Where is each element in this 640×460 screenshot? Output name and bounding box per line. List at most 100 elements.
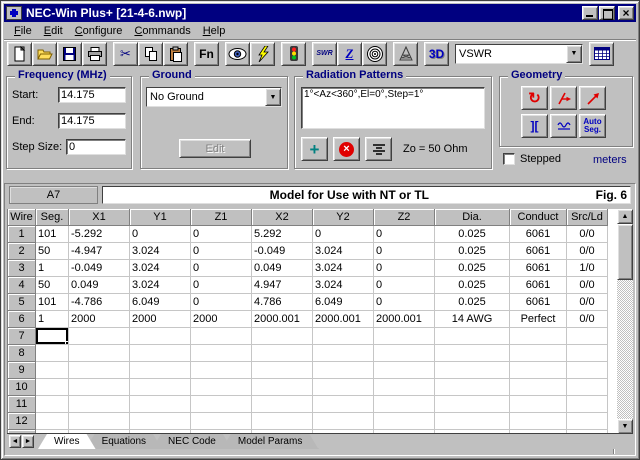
cell[interactable]: 3.024 (130, 243, 191, 260)
auto-segment-button[interactable]: Auto Seg. (579, 114, 606, 138)
cell[interactable]: 3.024 (313, 243, 374, 260)
save-button[interactable] (57, 42, 82, 66)
cell[interactable]: 0/0 (567, 243, 608, 260)
cell[interactable] (130, 362, 191, 379)
pattern-list-button[interactable] (365, 137, 392, 161)
column-header[interactable]: Conduct (510, 209, 567, 226)
fill-handle[interactable] (65, 341, 69, 345)
maximize-button[interactable] (599, 6, 615, 20)
cell[interactable]: 4.947 (252, 277, 313, 294)
tab-scroll-left-icon[interactable]: ◄ (9, 435, 21, 448)
cell-reference-box[interactable]: A7 (9, 186, 98, 204)
row-header[interactable]: 2 (8, 243, 36, 260)
cell[interactable]: -0.049 (252, 243, 313, 260)
column-header[interactable]: X2 (252, 209, 313, 226)
cell[interactable] (191, 396, 252, 413)
cell[interactable]: 50 (36, 243, 69, 260)
chevron-down-icon[interactable]: ▼ (265, 88, 281, 106)
cell[interactable]: 0 (374, 260, 435, 277)
cell[interactable] (313, 328, 374, 345)
cell[interactable]: 2000 (191, 311, 252, 328)
row-header[interactable]: 3 (8, 260, 36, 277)
row-header[interactable]: 12 (8, 413, 36, 430)
cell[interactable] (374, 345, 435, 362)
view-antenna-button[interactable] (225, 42, 250, 66)
cell[interactable]: 6.049 (130, 294, 191, 311)
cell[interactable]: 0.025 (435, 226, 510, 243)
tab-model-params[interactable]: Model Params (222, 434, 318, 449)
cell[interactable] (130, 328, 191, 345)
cell[interactable] (252, 328, 313, 345)
wire-segments-button[interactable] (550, 114, 577, 138)
column-header[interactable]: Src/Ld (567, 209, 608, 226)
cell[interactable] (69, 362, 130, 379)
paste-button[interactable] (163, 42, 188, 66)
cell[interactable] (374, 362, 435, 379)
tab-nec-code[interactable]: NEC Code (152, 434, 232, 449)
cell[interactable] (69, 328, 130, 345)
cell[interactable]: 0/0 (567, 226, 608, 243)
connect-wires-button[interactable]: ][ (521, 114, 548, 138)
spreadsheet-button[interactable] (589, 42, 614, 66)
column-header[interactable]: Y1 (130, 209, 191, 226)
cell[interactable] (435, 345, 510, 362)
cell[interactable]: 0 (191, 277, 252, 294)
cell[interactable] (69, 379, 130, 396)
cell[interactable] (130, 396, 191, 413)
cell[interactable] (313, 413, 374, 430)
cell[interactable] (313, 379, 374, 396)
scroll-down-icon[interactable]: ▼ (617, 419, 633, 434)
cell[interactable]: 0 (374, 277, 435, 294)
scrollbar-thumb[interactable] (617, 224, 633, 280)
cut-button[interactable]: ✂ (113, 42, 138, 66)
cell[interactable] (252, 345, 313, 362)
cell[interactable]: 6.049 (313, 294, 374, 311)
cell[interactable] (252, 413, 313, 430)
cell[interactable] (510, 362, 567, 379)
cell[interactable] (36, 379, 69, 396)
cell[interactable]: 0.049 (252, 260, 313, 277)
cell[interactable] (36, 362, 69, 379)
cell[interactable] (374, 413, 435, 430)
cell[interactable] (567, 396, 608, 413)
cell[interactable] (567, 362, 608, 379)
cell[interactable]: 0.025 (435, 277, 510, 294)
column-header[interactable]: Dia. (435, 209, 510, 226)
cell[interactable]: 2000 (130, 311, 191, 328)
cell[interactable] (130, 379, 191, 396)
cell[interactable]: 0.049 (69, 277, 130, 294)
row-header[interactable]: 4 (8, 277, 36, 294)
scroll-up-icon[interactable]: ▲ (617, 209, 633, 224)
tab-equations[interactable]: Equations (86, 434, 162, 449)
menu-configure[interactable]: Configure (69, 24, 129, 38)
column-header[interactable]: Wire (8, 209, 36, 226)
cell[interactable] (374, 379, 435, 396)
new-file-button[interactable] (7, 42, 32, 66)
cell[interactable] (69, 396, 130, 413)
cell[interactable]: 0 (374, 226, 435, 243)
cell[interactable]: 0.025 (435, 294, 510, 311)
cell[interactable]: 3.024 (130, 277, 191, 294)
cell[interactable] (435, 396, 510, 413)
cell[interactable] (567, 345, 608, 362)
cell[interactable] (435, 379, 510, 396)
cell[interactable] (130, 413, 191, 430)
cell[interactable] (36, 396, 69, 413)
cell[interactable]: 0 (191, 260, 252, 277)
step-size-field[interactable] (66, 139, 126, 155)
cell[interactable] (374, 328, 435, 345)
ground-edit-button[interactable]: Edit (179, 139, 251, 158)
formula-bar[interactable]: Model for Use with NT or TL Fig. 6 (102, 186, 631, 204)
cell[interactable] (191, 413, 252, 430)
menu-help[interactable]: Help (197, 24, 232, 38)
cell[interactable] (36, 345, 69, 362)
close-button[interactable]: × (618, 6, 634, 20)
cell[interactable] (69, 345, 130, 362)
row-header[interactable]: 1 (8, 226, 36, 243)
cell[interactable]: 1 (36, 260, 69, 277)
cell[interactable]: 6061 (510, 294, 567, 311)
cell[interactable]: 0 (130, 226, 191, 243)
cell[interactable]: 0/0 (567, 294, 608, 311)
column-header[interactable]: X1 (69, 209, 130, 226)
cell[interactable] (69, 413, 130, 430)
